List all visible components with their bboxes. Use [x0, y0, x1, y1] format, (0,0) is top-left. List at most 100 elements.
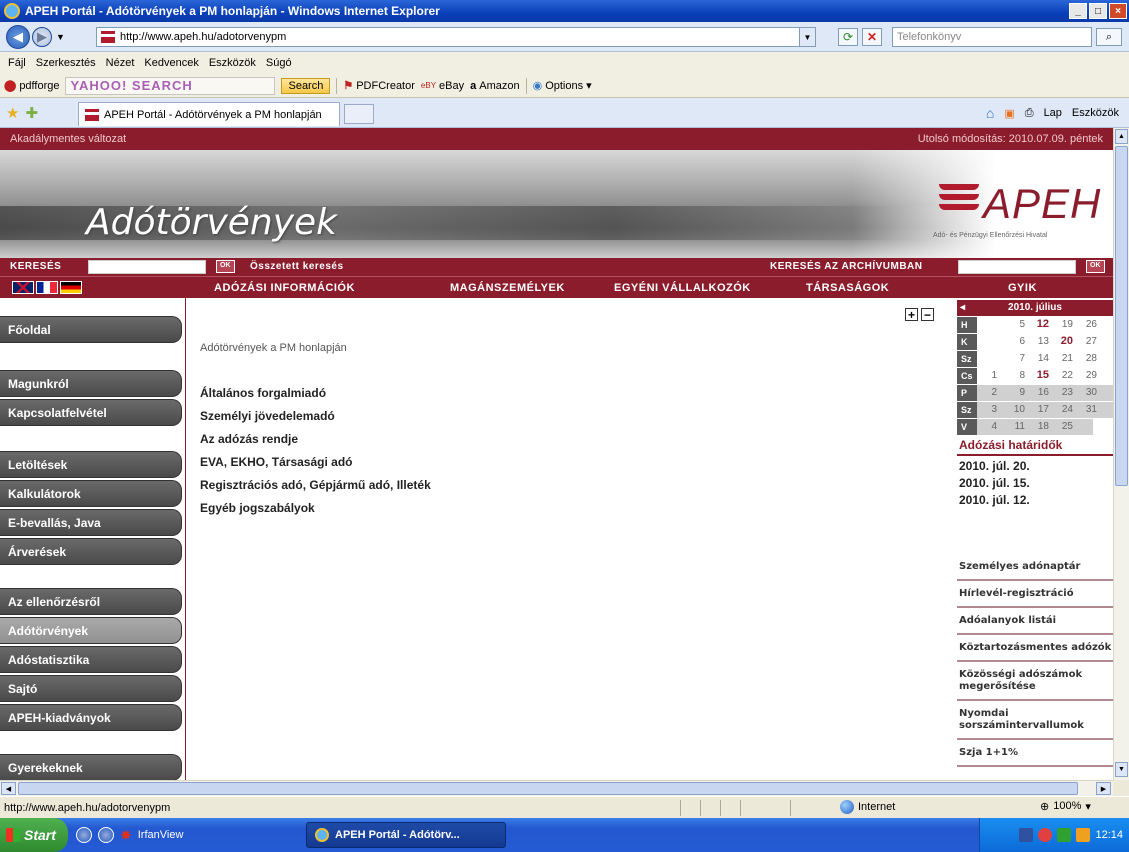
english-flag-icon[interactable]: [12, 281, 34, 294]
side-link-newsletter[interactable]: Hírlevél-regisztráció: [957, 581, 1113, 608]
minimize-button[interactable]: _: [1069, 3, 1087, 19]
calendar-day[interactable]: 2: [981, 387, 997, 398]
side-link-vat-number-check[interactable]: Közösségi adószámok megerősítése: [957, 662, 1113, 701]
font-increase-icon[interactable]: +: [905, 308, 918, 321]
options-button[interactable]: ◉ Options ▾: [533, 79, 592, 93]
law-link-eva-ekho[interactable]: EVA, EKHO, Társasági adó: [200, 453, 431, 476]
menu-home[interactable]: Főoldal: [0, 316, 182, 343]
menu-press[interactable]: Sajtó: [0, 675, 182, 702]
scroll-left-icon[interactable]: ◀: [1, 782, 16, 795]
tab-apeh[interactable]: APEH Portál - Adótörvények a PM honlapjá…: [78, 102, 340, 126]
calendar-day[interactable]: 8: [1009, 370, 1025, 381]
refresh-button[interactable]: ⟳: [838, 28, 858, 46]
calendar-day[interactable]: 28: [1081, 353, 1097, 364]
archive-search-input[interactable]: [958, 260, 1076, 274]
french-flag-icon[interactable]: [36, 281, 58, 294]
display-tray-icon[interactable]: [1076, 828, 1091, 842]
menu-publications[interactable]: APEH-kiadványok: [0, 704, 182, 731]
calendar-day[interactable]: 5: [1009, 319, 1025, 330]
page-menu[interactable]: Lap: [1044, 107, 1062, 119]
ie-quicklaunch-icon[interactable]: [98, 827, 114, 843]
archive-ok-button[interactable]: OK: [1086, 260, 1105, 273]
law-link-income-tax[interactable]: Személyi jövedelemadó: [200, 407, 431, 430]
menu-statistics[interactable]: Adóstatisztika: [0, 646, 182, 673]
scroll-right-icon[interactable]: ▶: [1096, 782, 1111, 795]
calendar-day[interactable]: 27: [1081, 336, 1097, 347]
vertical-scroll-thumb[interactable]: [1115, 146, 1128, 486]
network-tray-icon[interactable]: [1019, 828, 1034, 842]
start-button[interactable]: Start: [0, 818, 68, 852]
side-link-print-serials[interactable]: Nyomdai sorszámintervallumok: [957, 701, 1113, 740]
calendar-day[interactable]: 26: [1081, 319, 1097, 330]
horizontal-scrollbar[interactable]: ◀ ▶: [0, 780, 1113, 796]
menu-edit[interactable]: Szerkesztés: [36, 57, 96, 69]
zoom-control[interactable]: ⊕ 100% ▾: [1040, 800, 1091, 813]
menu-file[interactable]: Fájl: [8, 57, 26, 69]
calendar-day[interactable]: 25: [1057, 421, 1073, 432]
calendar-day[interactable]: 15: [1033, 369, 1049, 381]
apeh-logo[interactable]: APEH Adó- és Pénzügyi Ellenőrzési Hivata…: [933, 180, 1103, 250]
irfanview-label[interactable]: IrfanView: [138, 829, 184, 841]
tools-menu[interactable]: Eszközök: [1072, 107, 1119, 119]
side-link-szja[interactable]: Szja 1+1%: [957, 740, 1113, 767]
calendar-day[interactable]: 20: [1057, 335, 1073, 347]
calendar-day[interactable]: 17: [1033, 404, 1049, 415]
favorites-star-icon[interactable]: ★: [6, 104, 19, 122]
nav-sole-traders[interactable]: EGYÉNI VÁLLALKOZÓK: [614, 282, 751, 294]
law-link-vat[interactable]: Általános forgalmiadó: [200, 384, 431, 407]
calendar-day[interactable]: 23: [1057, 387, 1073, 398]
horizontal-scroll-thumb[interactable]: [18, 782, 1078, 795]
irfanview-icon[interactable]: ✸: [120, 827, 132, 844]
new-tab-button[interactable]: [344, 104, 374, 124]
calendar-day[interactable]: 3: [981, 404, 997, 415]
home-icon[interactable]: ⌂: [986, 105, 994, 121]
german-flag-icon[interactable]: [60, 281, 82, 294]
law-link-registration[interactable]: Regisztrációs adó, Gépjármű adó, Illeték: [200, 476, 431, 499]
pdfforge-link[interactable]: ⬤ pdfforge: [4, 79, 59, 93]
menu-favorites[interactable]: Kedvencek: [144, 57, 198, 69]
calendar-day[interactable]: 9: [1009, 387, 1025, 398]
menu-tools[interactable]: Eszközök: [209, 57, 256, 69]
calendar-day[interactable]: 4: [981, 421, 997, 432]
taskbar-ie-window[interactable]: APEH Portál - Adótörv...: [306, 822, 506, 848]
pdfcreator-button[interactable]: ⚑ PDFCreator: [343, 79, 415, 93]
font-decrease-icon[interactable]: −: [921, 308, 934, 321]
accessible-version-link[interactable]: Akadálymentes változat: [10, 133, 126, 145]
amazon-link[interactable]: a Amazon: [470, 80, 519, 92]
calendar-day[interactable]: 14: [1033, 353, 1049, 364]
nav-tax-info[interactable]: ADÓZÁSI INFORMÁCIÓK: [214, 282, 355, 294]
nav-individuals[interactable]: MAGÁNSZEMÉLYEK: [450, 282, 565, 294]
menu-e-filing[interactable]: E-bevallás, Java: [0, 509, 182, 536]
site-search-input[interactable]: [88, 260, 206, 274]
antivirus-tray-icon[interactable]: [1038, 828, 1053, 842]
calendar-day[interactable]: 21: [1057, 353, 1073, 364]
show-desktop-icon[interactable]: [76, 827, 92, 843]
vertical-scrollbar[interactable]: ▲ ▼: [1113, 128, 1129, 780]
menu-auctions[interactable]: Árverések: [0, 538, 182, 565]
side-link-debt-free[interactable]: Köztartozásmentes adózók: [957, 635, 1113, 662]
advanced-search-link[interactable]: Összetett keresés: [250, 261, 344, 272]
back-button[interactable]: ◀: [6, 24, 30, 49]
menu-about[interactable]: Magunkról: [0, 370, 182, 397]
print-icon[interactable]: ⎙: [1025, 107, 1034, 120]
calendar-day[interactable]: 29: [1081, 370, 1097, 381]
search-go-button[interactable]: ⌕: [1096, 28, 1122, 46]
forward-button[interactable]: ▶: [32, 26, 52, 47]
url-dropdown-icon[interactable]: ▼: [799, 28, 815, 46]
search-ok-button[interactable]: OK: [216, 260, 235, 273]
search-input[interactable]: Telefonkönyv: [892, 27, 1092, 47]
law-link-other[interactable]: Egyéb jogszabályok: [200, 499, 431, 522]
calendar-day[interactable]: 10: [1009, 404, 1025, 415]
add-favorites-icon[interactable]: ✚: [25, 104, 38, 122]
calendar-day[interactable]: 16: [1033, 387, 1049, 398]
nav-faq[interactable]: GYIK: [1008, 282, 1037, 294]
nav-companies[interactable]: TÁRSASÁGOK: [806, 282, 889, 294]
history-dropdown-icon[interactable]: ▼: [56, 32, 65, 42]
calendar-day[interactable]: 30: [1081, 387, 1097, 398]
feeds-icon[interactable]: ▣: [1004, 107, 1014, 120]
calendar-day[interactable]: 31: [1081, 404, 1097, 415]
volume-tray-icon[interactable]: [1057, 828, 1072, 842]
calendar-day[interactable]: 12: [1033, 318, 1049, 330]
menu-audits[interactable]: Az ellenőrzésről: [0, 588, 182, 615]
menu-calculators[interactable]: Kalkulátorok: [0, 480, 182, 507]
